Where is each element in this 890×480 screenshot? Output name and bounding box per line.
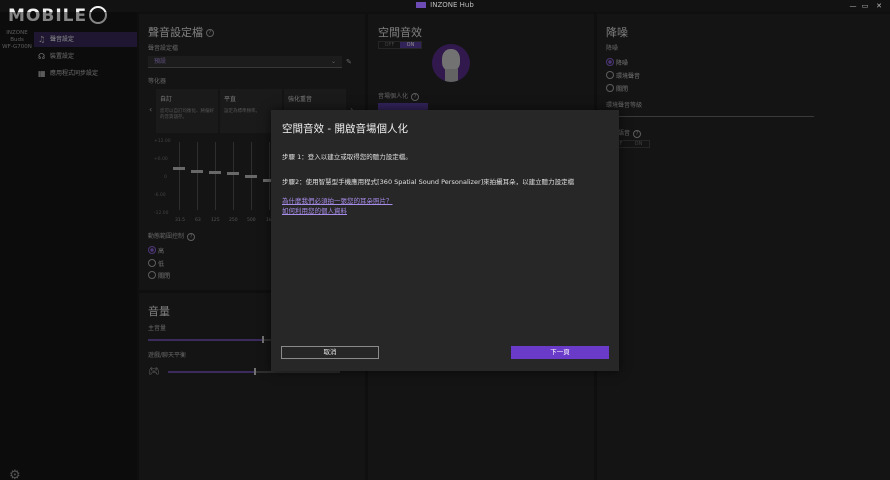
app-title: INZONE Hub <box>0 1 890 9</box>
app-window: INZONE Hub — ▭ ✕ INZONE Buds WF-G700N ♫ … <box>0 0 890 480</box>
step-2-text: 步驟2：使用智慧型手機應用程式[360 Spatial Sound Person… <box>282 178 575 186</box>
maximize-button[interactable]: ▭ <box>858 1 872 11</box>
why-ear-photo-link[interactable]: 為什麼我們必須拍一張您的耳朵照片？ <box>282 195 393 205</box>
dialog-title: 空間音效 - 開啟音場個人化 <box>282 123 408 135</box>
personalize-dialog: 空間音效 - 開啟音場個人化 步驟 1：登入以建立或取得您的聽力設定檔。 步驟2… <box>271 110 619 371</box>
cancel-button[interactable]: 取消 <box>281 346 379 359</box>
inzone-logo-icon <box>416 2 427 8</box>
close-button[interactable]: ✕ <box>872 1 886 11</box>
next-button[interactable]: 下一頁 <box>511 346 609 359</box>
personal-data-link[interactable]: 如何利用您的個人資料 <box>282 205 347 215</box>
title-bar: INZONE Hub — ▭ ✕ <box>0 0 890 12</box>
step-1-text: 步驟 1：登入以建立或取得您的聽力設定檔。 <box>282 153 412 161</box>
